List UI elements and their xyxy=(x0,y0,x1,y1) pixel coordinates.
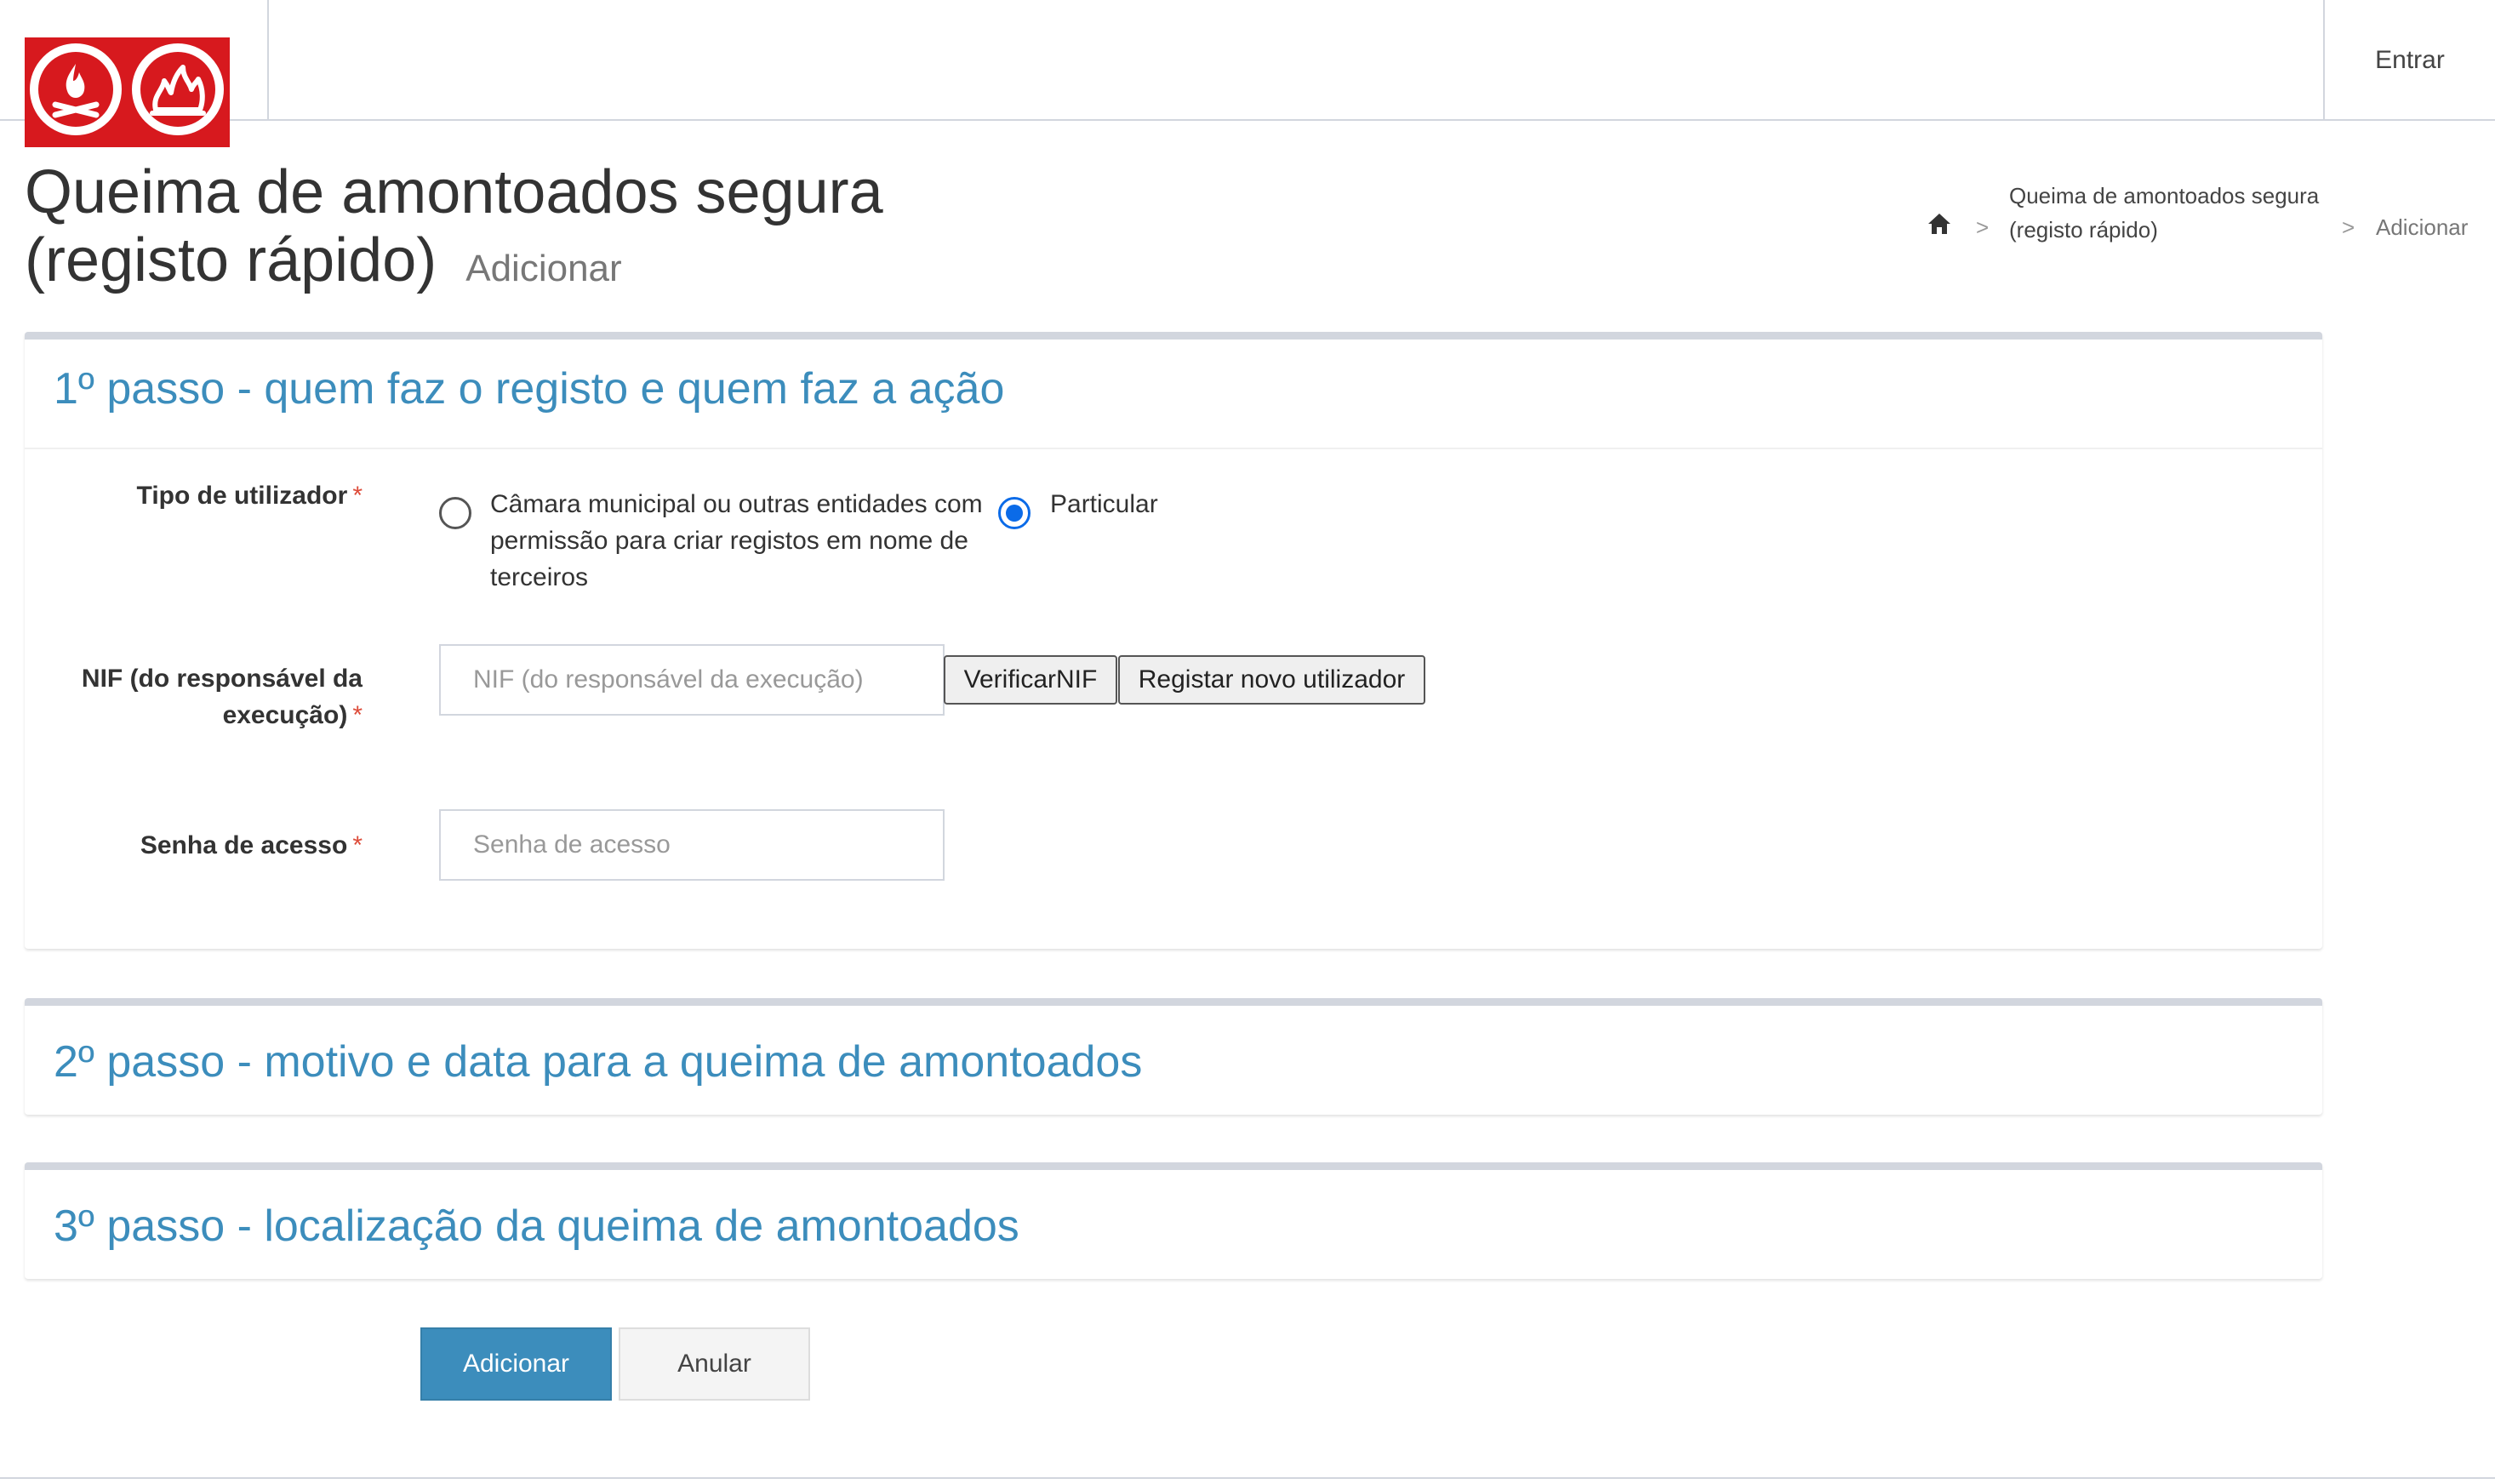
password-placeholder: Senha de acesso xyxy=(473,830,671,859)
breadcrumb-separator: > xyxy=(2342,214,2355,240)
radio-particular[interactable] xyxy=(998,497,1031,529)
add-button[interactable]: Adicionar xyxy=(420,1327,612,1401)
required-mark: * xyxy=(352,482,363,510)
login-link[interactable]: Entrar xyxy=(2325,0,2495,121)
breadcrumb-separator: > xyxy=(1976,214,1990,240)
footer-divider xyxy=(0,1477,2495,1479)
user-type-label: Tipo de utilizador * xyxy=(0,477,363,514)
app-logo[interactable] xyxy=(25,37,230,147)
user-type-label-text: Tipo de utilizador xyxy=(136,482,348,510)
nif-label: NIF (do responsável da execução) * xyxy=(0,660,363,733)
page-title-text: Queima de amontoados segura (registo ráp… xyxy=(25,158,883,294)
cancel-button[interactable]: Anular xyxy=(619,1327,810,1401)
top-navbar: Entrar xyxy=(0,0,2495,121)
step-1-title[interactable]: 1º passo - quem faz o registo e quem faz… xyxy=(54,363,1004,414)
password-label: Senha de acesso * xyxy=(0,827,363,864)
nif-placeholder: NIF (do responsável da execução) xyxy=(473,665,864,693)
step-2-panel: 2º passo - motivo e data para a queima d… xyxy=(25,998,2322,1115)
password-input[interactable]: Senha de acesso xyxy=(439,809,945,881)
step-3-title[interactable]: 3º passo - localização da queima de amon… xyxy=(54,1201,1019,1252)
register-user-button[interactable]: Registar novo utilizador xyxy=(1118,655,1425,705)
navbar-divider xyxy=(267,0,269,121)
radio-particular-label[interactable]: Particular xyxy=(1050,486,1158,522)
step-1-panel: 1º passo - quem faz o registo e quem faz… xyxy=(25,332,2322,949)
password-label-text: Senha de acesso xyxy=(140,831,348,859)
page-subtitle: Adicionar xyxy=(465,248,622,289)
required-mark: * xyxy=(352,701,363,729)
nif-input[interactable]: NIF (do responsável da execução) xyxy=(439,644,945,716)
home-icon[interactable] xyxy=(1927,211,1952,237)
nif-label-text: NIF (do responsável da execução) xyxy=(81,665,363,729)
pile-fire-icon xyxy=(132,43,224,135)
verify-nif-button[interactable]: VerificarNIF xyxy=(944,655,1117,705)
radio-camara-municipal-label[interactable]: Câmara municipal ou outras entidades com… xyxy=(490,486,1001,596)
page-title: Queima de amontoados segura (registo ráp… xyxy=(25,158,1046,303)
radio-camara-municipal[interactable] xyxy=(439,497,471,529)
required-mark: * xyxy=(352,831,363,859)
breadcrumb: > Queima de amontoados segura (registo r… xyxy=(1925,175,2486,243)
campfire-icon xyxy=(30,43,122,135)
step-2-title[interactable]: 2º passo - motivo e data para a queima d… xyxy=(54,1036,1142,1087)
breadcrumb-item-current: Adicionar xyxy=(2376,214,2469,240)
step-3-panel: 3º passo - localização da queima de amon… xyxy=(25,1162,2322,1279)
breadcrumb-item-page[interactable]: Queima de amontoados segura (registo ráp… xyxy=(2009,179,2367,247)
panel-divider xyxy=(25,448,2322,449)
